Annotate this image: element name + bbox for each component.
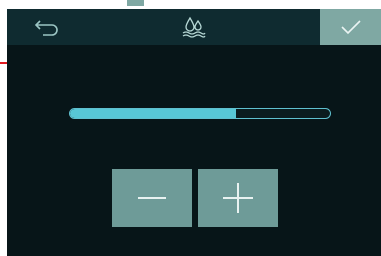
header-bar <box>7 9 381 45</box>
level-slider-fill <box>70 109 237 118</box>
confirm-button[interactable] <box>320 9 381 45</box>
water-drops-icon <box>182 16 206 38</box>
minus-icon <box>138 197 166 199</box>
plus-icon <box>223 183 253 213</box>
control-panel <box>7 9 381 256</box>
checkmark-icon <box>340 20 361 35</box>
mode-indicator <box>174 9 214 45</box>
level-slider[interactable] <box>69 108 331 119</box>
back-arrow-icon <box>34 20 58 36</box>
back-button[interactable] <box>29 9 65 45</box>
top-tab-indicator <box>127 0 144 6</box>
increase-button[interactable] <box>198 169 278 227</box>
decrease-button[interactable] <box>112 169 192 227</box>
